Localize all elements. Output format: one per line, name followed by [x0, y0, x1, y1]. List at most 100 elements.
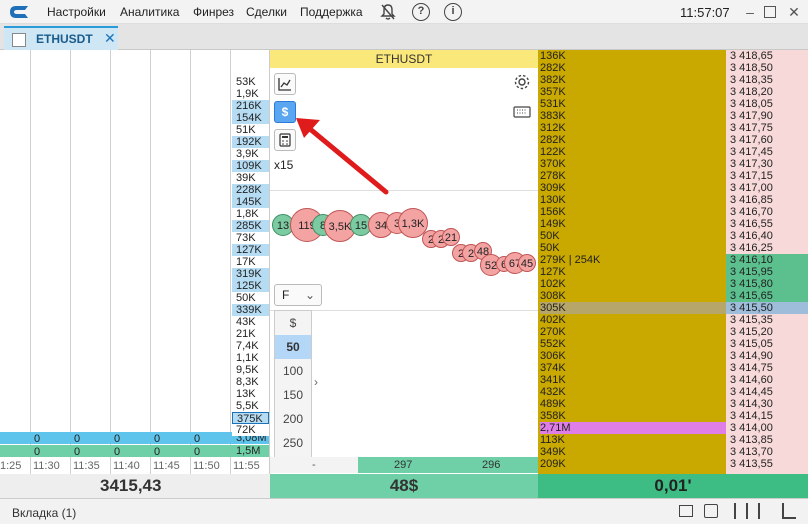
layout-grid-icon[interactable]: [782, 503, 796, 519]
step-option[interactable]: 150: [275, 383, 311, 407]
step-option[interactable]: 200: [275, 407, 311, 431]
price-row[interactable]: 3 413,55: [726, 458, 808, 470]
menu-support[interactable]: Поддержка: [300, 5, 363, 19]
step-option[interactable]: $: [275, 311, 311, 335]
info-icon[interactable]: i: [444, 3, 462, 21]
gear-icon[interactable]: [513, 73, 531, 91]
volume-cell: 109K: [232, 160, 269, 172]
volume-cell: 228K: [232, 184, 269, 196]
time-label: 11:40: [113, 460, 140, 472]
price-row[interactable]: 3 416,40: [726, 230, 808, 242]
price-row[interactable]: 3 415,35: [726, 314, 808, 326]
price-row[interactable]: 3 415,80: [726, 278, 808, 290]
price-row[interactable]: 3 414,90: [726, 350, 808, 362]
orderbook-row: 50K: [540, 230, 560, 242]
orderbook-row: 349K: [540, 446, 566, 458]
price-row[interactable]: 3 418,20: [726, 86, 808, 98]
zero-cell: 0: [114, 433, 121, 445]
column-divider: [190, 50, 191, 474]
zero-cell: 0: [74, 433, 81, 445]
orderbook-row: 149K: [540, 218, 566, 230]
layout-columns-icon[interactable]: [734, 503, 748, 519]
price-row[interactable]: 3 417,30: [726, 158, 808, 170]
orderbook-row: 402K: [540, 314, 566, 326]
price-row[interactable]: 3 417,75: [726, 122, 808, 134]
price-row[interactable]: 3 416,85: [726, 194, 808, 206]
menu-deals[interactable]: Сделки: [246, 5, 287, 19]
chevron-down-icon: ⌄: [304, 288, 315, 302]
step-option[interactable]: 50: [275, 335, 311, 359]
keyboard-icon[interactable]: [513, 106, 531, 118]
volume-cell: 50K: [232, 292, 269, 304]
amount-value: 48$: [389, 476, 419, 495]
price-row[interactable]: 3 418,05: [726, 98, 808, 110]
price-row[interactable]: 3 413,70: [726, 446, 808, 458]
orderbook-row: 50K: [540, 242, 560, 254]
price-row[interactable]: 3 417,60: [726, 134, 808, 146]
menu-settings[interactable]: Настройки: [47, 5, 106, 19]
maximize-icon[interactable]: [764, 6, 776, 18]
time-label: 11:50: [193, 460, 220, 472]
detach-window-icon[interactable]: [704, 504, 718, 518]
add-window-icon[interactable]: [679, 505, 693, 517]
price-row[interactable]: 3 418,65: [726, 50, 808, 62]
price-row[interactable]: 3 415,05: [726, 338, 808, 350]
chart-settings-button[interactable]: [274, 73, 296, 95]
price-row[interactable]: 3 413,85: [726, 434, 808, 446]
orderbook-row: 358K: [540, 410, 566, 422]
volume-cell: 51K: [232, 124, 269, 136]
annotation-arrow: [296, 118, 389, 195]
clock: 11:57:07: [680, 5, 730, 20]
orderbook-row: 127K: [540, 266, 566, 278]
tab-close-icon[interactable]: ✕: [104, 30, 116, 47]
layout-rows-icon[interactable]: [758, 503, 772, 519]
step-field[interactable]: 0,01': [538, 474, 808, 498]
help-icon[interactable]: ?: [412, 3, 430, 21]
filter-dropdown[interactable]: F ⌄: [274, 284, 322, 306]
price-row[interactable]: 3 414,45: [726, 386, 808, 398]
price-row[interactable]: 3 417,45: [726, 146, 808, 158]
price-row[interactable]: 3 416,25: [726, 242, 808, 254]
price-row[interactable]: 3 416,70: [726, 206, 808, 218]
orderbook-row: 136K: [540, 50, 566, 62]
price-row[interactable]: 3 417,90: [726, 110, 808, 122]
price-row[interactable]: 3 416,10: [726, 254, 808, 266]
footer-green-bar: [358, 457, 538, 473]
bottom-strip: 3415,43 48$ 0,01': [0, 474, 808, 498]
workspace-tab-label[interactable]: Вкладка (1): [12, 506, 76, 520]
orderbook-row: 489K: [540, 398, 566, 410]
price-row[interactable]: 3 414,15: [726, 410, 808, 422]
tab-bar: [0, 24, 808, 50]
volume-cell: 1,1K: [232, 352, 269, 364]
price-row[interactable]: 3 415,50: [726, 302, 808, 314]
price-row[interactable]: 3 414,60: [726, 374, 808, 386]
orderbook-row: 383K: [540, 110, 566, 122]
price-row[interactable]: 3 417,00: [726, 182, 808, 194]
volume-cell: 39K: [232, 172, 269, 184]
step-option[interactable]: 100: [275, 359, 311, 383]
price-row[interactable]: 3 416,55: [726, 218, 808, 230]
menu-finrez[interactable]: Финрез: [193, 5, 234, 19]
mute-notifications-icon[interactable]: [380, 3, 396, 21]
chevron-right-icon[interactable]: ›: [314, 375, 318, 389]
price-row[interactable]: 3 415,20: [726, 326, 808, 338]
tab-ethusdt[interactable]: ETHUSDT ✕: [4, 26, 118, 50]
footer-val1: 297: [394, 459, 413, 471]
price-row[interactable]: 3 415,95: [726, 266, 808, 278]
minimize-icon[interactable]: –: [742, 4, 758, 20]
menu-analytics[interactable]: Аналитика: [120, 5, 179, 19]
orderbook-row: 432K: [540, 386, 566, 398]
price-row[interactable]: 3 414,30: [726, 398, 808, 410]
price-row[interactable]: 3 415,65: [726, 290, 808, 302]
amount-field[interactable]: 48$: [270, 474, 538, 498]
step-option[interactable]: 250: [275, 431, 311, 455]
zero-cell: 0: [34, 433, 41, 445]
close-icon[interactable]: ✕: [786, 4, 802, 20]
price-row[interactable]: 3 417,15: [726, 170, 808, 182]
price-row[interactable]: 3 418,35: [726, 74, 808, 86]
price-row[interactable]: 3 414,00: [726, 422, 808, 434]
price-row[interactable]: 3 418,50: [726, 62, 808, 74]
price-row[interactable]: 3 414,75: [726, 362, 808, 374]
step-option-list: $50 100 150 200 250: [274, 310, 312, 458]
orderbook-row: 312K: [540, 122, 566, 134]
